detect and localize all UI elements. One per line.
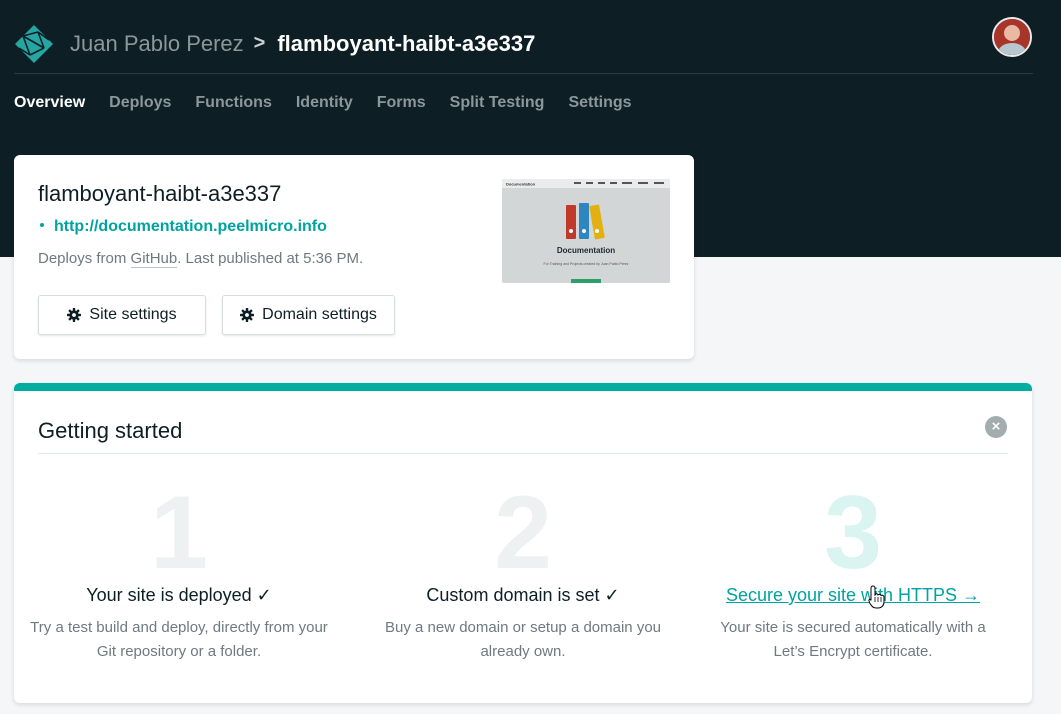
domain-settings-label: Domain settings: [262, 306, 377, 323]
step-number: 2: [494, 475, 552, 591]
step-description: Your site is secured automatically with …: [720, 619, 986, 660]
hand-cursor-icon: [868, 585, 885, 609]
header-row: Juan Pablo Perez > flamboyant-haibt-a3e3…: [14, 14, 1033, 74]
step-1: 1 Your site is deployed ✓ Try a test bui…: [14, 481, 344, 664]
gear-icon: [240, 308, 255, 322]
site-url-text[interactable]: http://documentation.peelmicro.info: [54, 218, 327, 235]
domain-settings-button[interactable]: Domain settings: [222, 295, 395, 335]
site-settings-label: Site settings: [89, 306, 177, 323]
tab-deploys[interactable]: Deploys: [109, 94, 171, 112]
netlify-logo-icon[interactable]: [14, 24, 54, 64]
site-card-title: flamboyant-haibt-a3e337: [38, 181, 282, 206]
breadcrumb-site-name[interactable]: flamboyant-haibt-a3e337: [277, 31, 535, 57]
deploy-meta: Deploys from GitHub. Last published at 5…: [38, 250, 364, 268]
tab-overview[interactable]: Overview: [14, 94, 85, 112]
deploy-meta-suffix: . Last published at 5:36 PM.: [177, 250, 364, 267]
bullet-icon: [40, 223, 44, 228]
close-icon[interactable]: ×: [985, 416, 1007, 438]
step-3: 3 Secure your site with HTTPS → Your sit…: [688, 481, 1018, 664]
step-2: 2 Custom domain is set ✓ Buy a new domai…: [358, 481, 688, 664]
step-title: Your site is deployed ✓: [86, 585, 272, 605]
tab-functions[interactable]: Functions: [195, 94, 271, 112]
step-number: 3: [824, 475, 882, 591]
tab-identity[interactable]: Identity: [296, 94, 353, 112]
getting-started-title: Getting started: [38, 418, 183, 443]
getting-started-card: Getting started × 1 Your site is deploye…: [14, 383, 1032, 703]
preview-subtitle-text: For Training and Projects created by Jua…: [543, 262, 628, 266]
secure-https-link[interactable]: Secure your site with HTTPS →: [688, 585, 1018, 606]
tab-split-testing[interactable]: Split Testing: [450, 94, 545, 112]
breadcrumb-separator-icon: >: [253, 32, 266, 54]
github-link[interactable]: GitHub: [130, 250, 178, 268]
divider: [38, 453, 1008, 454]
site-preview-thumbnail[interactable]: Documentation Documentation For Training…: [502, 179, 670, 283]
gear-icon: [67, 308, 82, 322]
step-description: Buy a new domain or setup a domain you a…: [385, 619, 661, 660]
site-overview-card: flamboyant-haibt-a3e337 http://documenta…: [14, 155, 694, 359]
step-number: 1: [150, 475, 208, 591]
tab-forms[interactable]: Forms: [377, 94, 426, 112]
site-nav-tabs: Overview Deploys Functions Identity Form…: [14, 94, 632, 112]
preview-brand-text: Documentation: [506, 182, 536, 187]
site-preview-image: Documentation Documentation For Training…: [502, 179, 670, 283]
deploy-meta-prefix: Deploys from: [38, 250, 131, 267]
team-name-link[interactable]: Juan Pablo Perez: [70, 31, 244, 57]
site-settings-button[interactable]: Site settings: [38, 295, 206, 335]
step-title: Custom domain is set ✓: [426, 585, 620, 605]
user-avatar[interactable]: [992, 17, 1032, 57]
site-url-link[interactable]: http://documentation.peelmicro.info: [38, 218, 327, 236]
tab-settings[interactable]: Settings: [568, 94, 631, 112]
preview-heading-text: Documentation: [557, 246, 615, 255]
step-description: Try a test build and deploy, directly fr…: [30, 619, 328, 660]
